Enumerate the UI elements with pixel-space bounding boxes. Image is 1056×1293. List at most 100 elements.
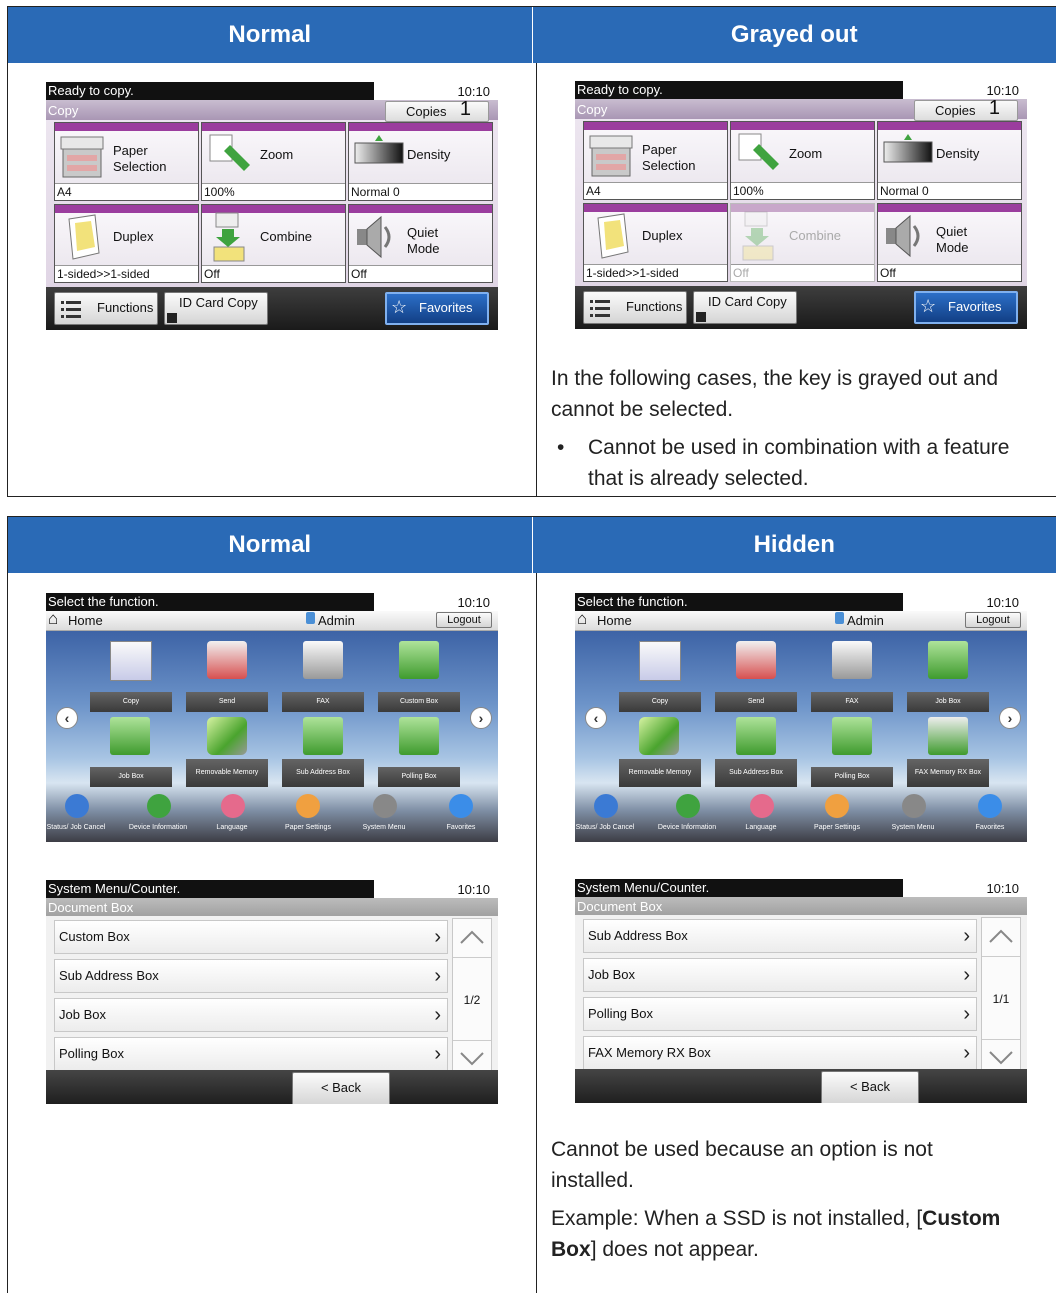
id-card-copy-button[interactable]: ID Card Copy [693, 291, 797, 324]
tile-polling-box[interactable]: Polling Box [378, 767, 460, 787]
polling-box-icon [399, 717, 439, 755]
favorites-icon[interactable] [449, 794, 473, 818]
clock: 10:10 [457, 595, 490, 610]
tile-fax-memory-rx-box[interactable]: FAX Memory RX Box [907, 759, 989, 787]
list-item[interactable]: Custom Box › [54, 920, 448, 954]
tile-send[interactable]: Send [715, 692, 797, 712]
home-icon[interactable]: ⌂ [577, 609, 587, 629]
chevron-right-icon: › [963, 925, 970, 947]
logout-button[interactable]: Logout [436, 612, 492, 628]
clock: 10:10 [457, 84, 490, 99]
list-item[interactable]: Job Box › [54, 998, 448, 1032]
list-item[interactable]: Sub Address Box › [54, 959, 448, 993]
paper-settings-icon[interactable] [825, 794, 849, 818]
copies-button[interactable]: Copies 1 [914, 98, 1018, 121]
tile-fax[interactable]: FAX [811, 692, 893, 712]
tile-fax[interactable]: FAX [282, 692, 364, 712]
paper-settings-icon[interactable] [296, 794, 320, 818]
duplex-key[interactable]: Duplex 1-sided>>1-sided [54, 204, 199, 283]
list-item[interactable]: Polling Box › [54, 1037, 448, 1071]
tile-sub-address-box[interactable]: Sub Address Box [715, 759, 797, 787]
home-icon[interactable]: ⌂ [48, 609, 58, 629]
favorites-button[interactable]: ☆ Favorites [385, 292, 489, 325]
shortcut-icon [696, 312, 706, 322]
admin-label: Admin [318, 613, 355, 628]
chevron-right-icon: › [963, 964, 970, 986]
status-icon[interactable] [65, 794, 89, 818]
status-icon[interactable] [594, 794, 618, 818]
page-indicator: 1/1 [992, 992, 1010, 1006]
scroll-up-icon[interactable] [453, 919, 491, 958]
table-grayed-out: Normal Grayed out Ready to copy. 10:10 Co… [7, 6, 1056, 497]
list-item[interactable]: Job Box › [583, 958, 977, 992]
star-icon: ☆ [391, 297, 408, 317]
density-key[interactable]: Density Normal 0 [348, 122, 493, 201]
fax-icon [832, 641, 872, 679]
paper-selection-key[interactable]: Paper Selection A4 [583, 121, 728, 200]
fax-icon [303, 641, 343, 679]
duplex-icon [68, 214, 100, 260]
tile-removable-memory[interactable]: Removable Memory [619, 759, 701, 787]
chevron-right-icon: › [963, 1003, 970, 1025]
favorites-icon[interactable] [978, 794, 1002, 818]
shortcut-icon [167, 313, 177, 323]
send-icon [736, 641, 776, 679]
language-icon[interactable] [221, 794, 245, 818]
copies-button[interactable]: Copies 1 [385, 99, 489, 122]
system-menu-icon[interactable] [902, 794, 926, 818]
usb-memory-icon [207, 717, 247, 755]
logout-button[interactable]: Logout [965, 612, 1021, 628]
zoom-key[interactable]: Zoom 100% [201, 122, 346, 201]
header-hidden: Hidden [531, 517, 1056, 573]
prev-page-icon[interactable]: ‹ [585, 707, 607, 729]
fax-memory-rx-box-icon [928, 717, 968, 755]
density-key[interactable]: Density Normal 0 [877, 121, 1022, 200]
tile-removable-memory[interactable]: Removable Memory [186, 759, 268, 787]
back-button[interactable]: < Back [292, 1072, 390, 1104]
zoom-key[interactable]: Zoom 100% [730, 121, 875, 200]
tile-send[interactable]: Send [186, 692, 268, 712]
scroll-up-icon[interactable] [982, 918, 1020, 957]
favorites-button[interactable]: ☆ Favorites [914, 291, 1018, 324]
sub-address-box-icon [736, 717, 776, 755]
user-lock-icon [835, 612, 844, 624]
chevron-right-icon: › [963, 1042, 970, 1064]
list-item[interactable]: Polling Box › [583, 997, 977, 1031]
device-info-icon[interactable] [147, 794, 171, 818]
next-page-icon[interactable]: › [999, 707, 1021, 729]
list-item[interactable]: Sub Address Box › [583, 919, 977, 953]
device-info-icon[interactable] [676, 794, 700, 818]
back-button[interactable]: < Back [821, 1071, 919, 1103]
polling-box-icon [832, 717, 872, 755]
tile-custom-box[interactable]: Custom Box [378, 692, 460, 712]
duplex-icon [597, 213, 629, 259]
id-card-copy-button[interactable]: ID Card Copy [164, 292, 268, 325]
document-box-list-normal: System Menu/Counter. 10:10 Document Box C… [46, 880, 498, 1104]
paper-selection-key[interactable]: Paper Selection A4 [54, 122, 199, 201]
tile-job-box[interactable]: Job Box [907, 692, 989, 712]
tile-polling-box[interactable]: Polling Box [811, 767, 893, 787]
home-screen-normal: Select the function. 10:10 ⌂ Home Admin L… [46, 593, 498, 842]
functions-button[interactable]: Functions [54, 292, 158, 325]
document-box-list-hidden: System Menu/Counter. 10:10 Document Box S… [575, 879, 1027, 1103]
next-page-icon[interactable]: › [470, 707, 492, 729]
language-icon[interactable] [750, 794, 774, 818]
functions-button[interactable]: Functions [583, 291, 687, 324]
system-menu-icon[interactable] [373, 794, 397, 818]
duplex-key[interactable]: Duplex 1-sided>>1-sided [583, 203, 728, 282]
quiet-mode-key[interactable]: Quiet Mode Off [877, 203, 1022, 282]
tile-copy[interactable]: Copy [90, 692, 172, 712]
clock: 10:10 [986, 595, 1019, 610]
admin-label: Admin [847, 613, 884, 628]
tile-sub-address-box[interactable]: Sub Address Box [282, 759, 364, 787]
list-item[interactable]: FAX Memory RX Box › [583, 1036, 977, 1070]
chevron-right-icon: › [434, 926, 441, 948]
prev-page-icon[interactable]: ‹ [56, 707, 78, 729]
combine-key[interactable]: Combine Off [201, 204, 346, 283]
chevron-right-icon: › [434, 1043, 441, 1065]
tile-job-box[interactable]: Job Box [90, 767, 172, 787]
quiet-mode-key[interactable]: Quiet Mode Off [348, 204, 493, 283]
status-message: System Menu/Counter. [46, 880, 374, 898]
tile-copy[interactable]: Copy [619, 692, 701, 712]
bullet: • [557, 436, 565, 459]
